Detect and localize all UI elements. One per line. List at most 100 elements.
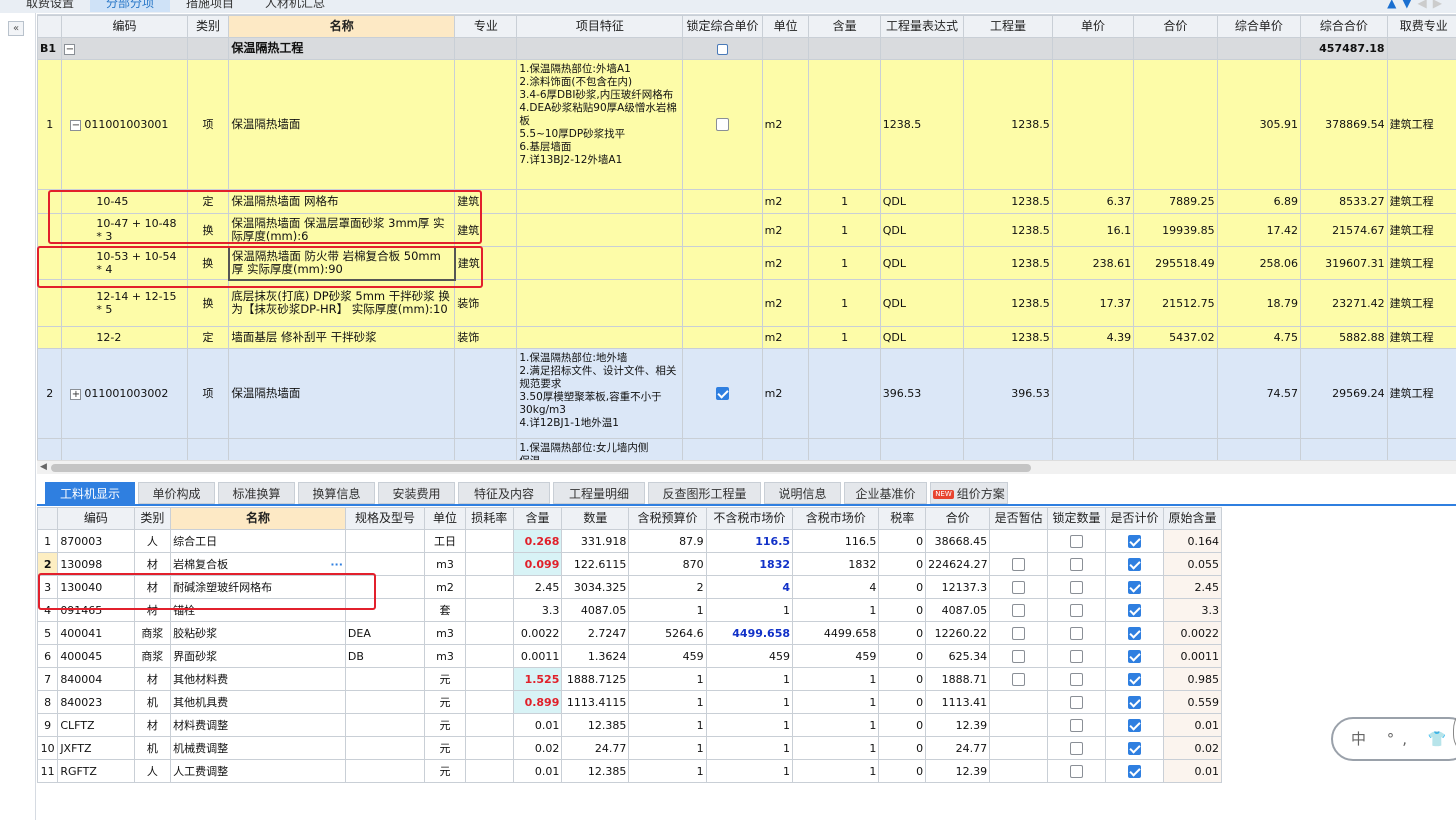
resource-notax-market[interactable]: 4 bbox=[705, 575, 794, 599]
col-lock-price[interactable]: 锁定综合单价 bbox=[682, 15, 763, 38]
resource-spec[interactable] bbox=[344, 713, 426, 737]
row-number[interactable]: 11 bbox=[37, 759, 59, 783]
resource-rate[interactable]: 0 bbox=[878, 713, 927, 737]
resource-count[interactable]: 12.385 bbox=[561, 759, 630, 783]
toolbar-arrows[interactable]: ▲▼◀▶ bbox=[1387, 0, 1448, 10]
resource-name[interactable]: 锚栓 bbox=[170, 598, 346, 622]
code-cell[interactable] bbox=[61, 438, 188, 460]
bill-row[interactable]: 12-14 + 12-15 * 5 换底层抹灰(打底) DP砂浆 5mm 干拌砂浆… bbox=[37, 279, 1456, 327]
resource-spec[interactable] bbox=[344, 667, 426, 691]
resource-unit[interactable]: 元 bbox=[424, 759, 466, 783]
lock-qty-checkbox[interactable] bbox=[1070, 718, 1084, 732]
resource-code[interactable]: RGFTZ bbox=[57, 759, 135, 783]
resource-notax-market[interactable]: 1 bbox=[705, 713, 794, 737]
item-fee-major[interactable] bbox=[1386, 438, 1456, 460]
resource-name[interactable]: 人工费调整 bbox=[170, 759, 346, 783]
resource-qty[interactable]: 3.3 bbox=[512, 598, 563, 622]
lock-qty-checkbox[interactable] bbox=[1070, 580, 1084, 594]
bill-row[interactable]: 10-53 + 10-54 * 4 换保温隔热墙面 防火带 岩棉复合板 50mm厚… bbox=[37, 245, 1456, 281]
resource-notax-market[interactable]: 116.5 bbox=[705, 529, 794, 553]
item-comp-total[interactable]: 21574.67 bbox=[1300, 213, 1388, 247]
priced-cell[interactable] bbox=[1105, 667, 1164, 691]
resource-unit[interactable]: 工日 bbox=[424, 529, 466, 553]
resource-unit[interactable]: m3 bbox=[424, 552, 466, 576]
tab-measures[interactable]: 措施项目 bbox=[170, 0, 250, 12]
resource-row[interactable]: 5 400041 商浆 胶粘砂浆 DEA m3 0.0022 2.7247 5264.6 4499… bbox=[37, 621, 1223, 645]
lock-price-cell[interactable] bbox=[682, 213, 763, 247]
col-expr[interactable]: 工程量表达式 bbox=[879, 15, 965, 38]
col-notax-market[interactable]: 不含税市场价 bbox=[705, 507, 794, 530]
col-spec[interactable]: 规格及型号 bbox=[344, 507, 426, 530]
item-name[interactable]: 保温隔热墙面 防火带 岩棉复合板 50mm厚 实际厚度(mm):90 bbox=[227, 245, 456, 281]
item-comp-price[interactable]: 4.75 bbox=[1216, 326, 1302, 349]
estimate-checkbox[interactable] bbox=[1012, 580, 1026, 594]
resource-code[interactable]: JXFTZ bbox=[57, 736, 135, 760]
resource-total[interactable]: 38668.45 bbox=[925, 529, 991, 553]
resource-type[interactable]: 材 bbox=[133, 598, 172, 622]
resource-orig-qty[interactable]: 0.01 bbox=[1162, 713, 1223, 737]
resource-orig-qty[interactable]: 0.055 bbox=[1162, 552, 1223, 576]
item-unit[interactable]: m2 bbox=[761, 189, 810, 214]
resource-tax-market[interactable]: 1 bbox=[792, 759, 880, 783]
resource-unit[interactable]: 元 bbox=[424, 690, 466, 714]
item-name[interactable]: 保温隔热墙面 保温层罩面砂浆 3mm厚 实际厚度(mm):6 bbox=[228, 213, 456, 247]
estimate-cell[interactable] bbox=[989, 552, 1049, 576]
item-major[interactable]: 建筑 bbox=[454, 213, 518, 247]
resource-code[interactable]: 091465 bbox=[57, 598, 135, 622]
estimate-checkbox[interactable] bbox=[1012, 557, 1026, 571]
horizontal-scrollbar[interactable]: ◀ bbox=[37, 460, 1456, 474]
resource-count[interactable]: 122.6115 bbox=[561, 552, 630, 576]
col-fee-major[interactable]: 取费专业 bbox=[1386, 15, 1456, 38]
col-amount[interactable]: 工程量 bbox=[963, 15, 1053, 38]
row-number[interactable]: 1 bbox=[37, 59, 63, 190]
row-number[interactable]: 8 bbox=[37, 690, 59, 714]
resource-name[interactable]: 岩棉复合板 ··· bbox=[170, 552, 346, 576]
resource-type[interactable]: 机 bbox=[133, 690, 172, 714]
resource-notax-market[interactable]: 1 bbox=[705, 690, 794, 714]
code-cell[interactable]: 12-2 bbox=[61, 326, 188, 349]
resource-orig-qty[interactable]: 0.164 bbox=[1162, 529, 1223, 553]
resource-tax-market[interactable]: 116.5 bbox=[792, 529, 880, 553]
resource-loss[interactable] bbox=[464, 736, 514, 760]
item-feature[interactable]: 1.保温隔热部位:女儿墙内侧保温 bbox=[516, 438, 684, 460]
resource-row[interactable]: 2 130098 材岩棉复合板 ··· m3 0.099 122.6115 870 1832 18… bbox=[37, 552, 1223, 576]
resource-rate[interactable]: 0 bbox=[878, 667, 927, 691]
resource-unit[interactable]: 元 bbox=[424, 713, 466, 737]
resource-unit[interactable]: 元 bbox=[424, 667, 466, 691]
resource-total[interactable]: 224624.27 bbox=[925, 552, 991, 576]
bill-row[interactable]: 1−011001003001 项保温隔热墙面 1.保温隔热部位:外墙A1 2.涂料饰面… bbox=[37, 59, 1456, 190]
item-price[interactable]: 238.61 bbox=[1051, 246, 1135, 280]
row-number[interactable]: 5 bbox=[37, 621, 59, 645]
resource-type[interactable]: 商浆 bbox=[133, 621, 172, 645]
tab-items[interactable]: 分部分项 bbox=[90, 0, 170, 12]
col-lock-qty[interactable]: 锁定数量 bbox=[1047, 507, 1107, 530]
priced-cell[interactable] bbox=[1105, 598, 1164, 622]
resource-tax-budget[interactable]: 870 bbox=[628, 552, 707, 576]
item-type[interactable]: 换 bbox=[186, 246, 230, 280]
resource-row[interactable]: 7 840004 材其他材料费元 1.525 1888.7125 1 1 1 0 1888.71 0… bbox=[37, 667, 1223, 691]
resource-tax-market[interactable]: 4 bbox=[792, 575, 880, 599]
bill-row[interactable]: 12-2 定墙面基层 修补刮平 干拌砂浆 装饰 m2 1 QDL 1238.5 4.39 543… bbox=[37, 326, 1456, 349]
priced-cell[interactable] bbox=[1105, 575, 1164, 599]
item-comp-total[interactable]: 378869.54 bbox=[1300, 59, 1388, 190]
lock-qty-checkbox[interactable] bbox=[1070, 672, 1084, 686]
resource-unit[interactable]: m3 bbox=[424, 644, 466, 668]
lock-qty-checkbox[interactable] bbox=[1070, 557, 1084, 571]
item-unit[interactable]: m2 bbox=[761, 326, 810, 349]
resource-total[interactable]: 24.77 bbox=[925, 736, 991, 760]
item-expr[interactable]: 396.53 bbox=[879, 348, 965, 439]
item-total[interactable]: 5437.02 bbox=[1133, 326, 1218, 349]
item-major[interactable] bbox=[454, 438, 518, 460]
col-orig-qty[interactable]: 原始含量 bbox=[1162, 507, 1223, 530]
code-cell[interactable]: 10-47 + 10-48 * 3 bbox=[61, 213, 188, 247]
item-amount[interactable]: 1238.5 bbox=[963, 246, 1053, 280]
tab-graphic-quantity[interactable]: 反查图形工程量 bbox=[648, 482, 761, 504]
resource-qty[interactable]: 0.899 bbox=[512, 690, 563, 714]
resource-notax-market[interactable]: 1 bbox=[705, 759, 794, 783]
item-fee-major[interactable]: 建筑工程 bbox=[1386, 348, 1456, 439]
col-count[interactable]: 数量 bbox=[561, 507, 630, 530]
item-qty[interactable]: 1 bbox=[808, 189, 881, 214]
estimate-checkbox[interactable] bbox=[1012, 649, 1026, 663]
item-fee-major[interactable]: 建筑工程 bbox=[1386, 326, 1456, 349]
col-code[interactable]: 编码 bbox=[61, 15, 188, 38]
